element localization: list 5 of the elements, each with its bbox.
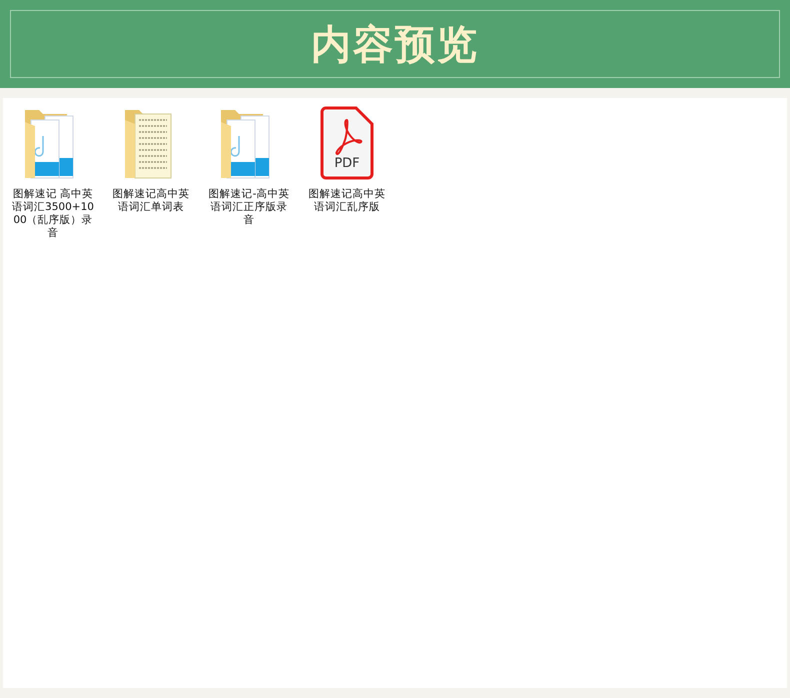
file-name[interactable]: 图解速记高中英语词汇乱序版 xyxy=(305,188,389,214)
file-name[interactable]: 图解速记 高中英语词汇3500+1000（乱序版）录音 xyxy=(11,188,95,240)
file-name[interactable]: 图解速记高中英语词汇单词表 xyxy=(109,188,193,214)
header-title: 内容预览 xyxy=(311,20,479,70)
file-name[interactable]: 图解速记-高中英语词汇正序版录音 xyxy=(207,188,291,227)
